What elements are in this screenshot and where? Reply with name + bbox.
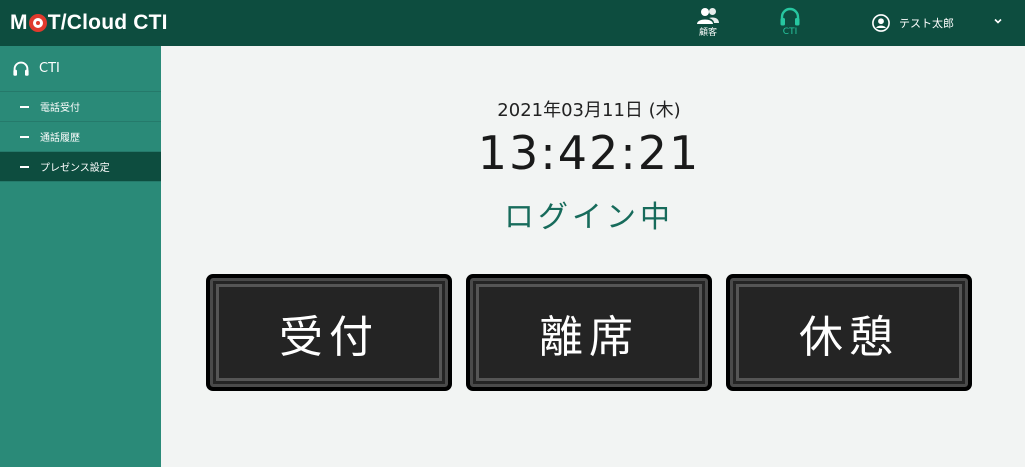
headset-icon — [13, 61, 29, 76]
main-content: 2021年03月11日 (木) 13:42:21 ログイン中 受付 離席 休憩 — [161, 46, 1025, 467]
nav-customer-label: 顧客 — [698, 28, 717, 38]
current-time: 13:42:21 — [477, 126, 701, 180]
away-button[interactable]: 離席 — [466, 274, 712, 391]
sidebar-item-call-reception[interactable]: 電話受付 — [0, 92, 161, 122]
chevron-down-icon[interactable] — [993, 16, 1003, 26]
people-icon — [697, 8, 719, 24]
dash-icon — [20, 105, 29, 108]
top-header: M T/Cloud CTI 顧客 CTI テスト太郎 — [0, 0, 1025, 46]
app-logo[interactable]: M T/Cloud CTI — [10, 9, 168, 37]
sidebar-item-label: 通話履歴 — [40, 133, 80, 144]
break-button-label: 休憩 — [799, 311, 899, 363]
logo-ring-icon — [28, 14, 47, 32]
sidebar-item-label: 電話受付 — [40, 103, 80, 114]
reception-button-label: 受付 — [279, 311, 379, 363]
sidebar-item-label: プレゼンス設定 — [40, 163, 110, 174]
user-name: テスト太郎 — [899, 17, 954, 30]
nav-customer-button[interactable]: 顧客 — [688, 7, 728, 41]
reception-button[interactable]: 受付 — [206, 274, 452, 391]
dash-icon — [20, 135, 29, 138]
nav-cti-label: CTI — [782, 27, 798, 37]
dash-icon — [20, 165, 29, 168]
sidebar-item-presence-settings[interactable]: プレゼンス設定 — [0, 152, 161, 182]
sidebar-section-title: CTI — [39, 61, 60, 76]
break-button[interactable]: 休憩 — [726, 274, 972, 391]
sidebar: CTI 電話受付 通話履歴 プレゼンス設定 — [0, 46, 161, 467]
logo-text-suffix: T/Cloud CTI — [47, 11, 168, 34]
sidebar-section-cti[interactable]: CTI — [0, 46, 161, 92]
nav-cti-button[interactable]: CTI — [770, 7, 810, 41]
user-menu[interactable]: テスト太郎 — [872, 14, 1002, 32]
user-circle-icon — [872, 14, 890, 32]
headset-icon — [780, 7, 800, 26]
sidebar-item-call-history[interactable]: 通話履歴 — [0, 122, 161, 152]
away-button-label: 離席 — [539, 311, 639, 363]
login-status: ログイン中 — [504, 200, 674, 235]
current-date: 2021年03月11日 (木) — [497, 100, 681, 121]
logo-text-prefix: M — [10, 11, 28, 34]
